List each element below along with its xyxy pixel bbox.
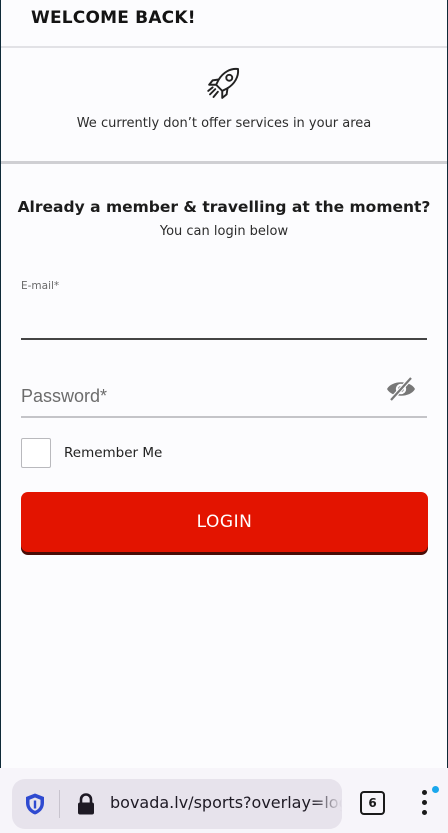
email-label: E-mail* xyxy=(21,280,60,292)
url-fade xyxy=(312,779,342,829)
password-field[interactable] xyxy=(21,372,427,418)
shield-icon[interactable] xyxy=(24,792,46,816)
browser-toolbar: bovada.lv/sports?overlay=login 6 xyxy=(0,768,448,833)
page-header: WELCOME BACK! xyxy=(1,0,447,48)
lock-icon[interactable] xyxy=(76,792,96,816)
login-button[interactable]: LOGIN xyxy=(21,492,428,552)
eye-off-icon[interactable] xyxy=(385,376,417,402)
remember-me[interactable]: Remember Me xyxy=(21,438,162,468)
url-text[interactable]: bovada.lv/sports?overlay=login xyxy=(110,793,342,812)
update-notification-dot xyxy=(432,786,439,793)
menu-dot xyxy=(422,790,427,795)
menu-dot xyxy=(422,810,427,815)
remember-me-label: Remember Me xyxy=(64,445,163,461)
member-subheading: You can login below xyxy=(159,224,289,239)
region-notice-text: We currently don’t offer services in you… xyxy=(76,116,372,131)
address-bar[interactable]: bovada.lv/sports?overlay=login xyxy=(12,779,342,829)
remember-me-checkbox[interactable] xyxy=(21,438,51,468)
email-field[interactable]: E-mail* xyxy=(21,280,427,340)
login-page: WELCOME BACK! We currently don’t offer s… xyxy=(1,0,447,768)
tab-count-button[interactable]: 6 xyxy=(360,791,385,815)
rocket-icon xyxy=(207,67,240,99)
email-input[interactable] xyxy=(21,300,427,334)
address-bar-divider xyxy=(59,790,60,818)
menu-dot xyxy=(422,800,427,805)
page-title: WELCOME BACK! xyxy=(31,8,196,28)
member-heading: Already a member & travelling at the mom… xyxy=(17,198,431,216)
region-notice: We currently don’t offer services in you… xyxy=(1,48,447,164)
password-input[interactable] xyxy=(21,380,381,412)
